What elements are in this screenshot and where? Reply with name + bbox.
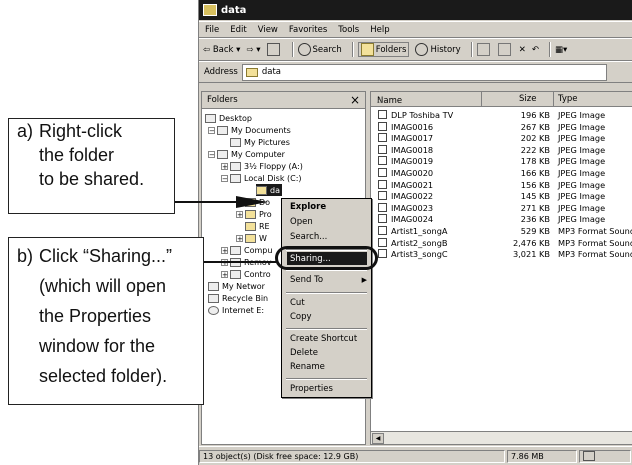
pointer-arrow-a (236, 196, 268, 208)
callout-pointers (175, 196, 276, 263)
